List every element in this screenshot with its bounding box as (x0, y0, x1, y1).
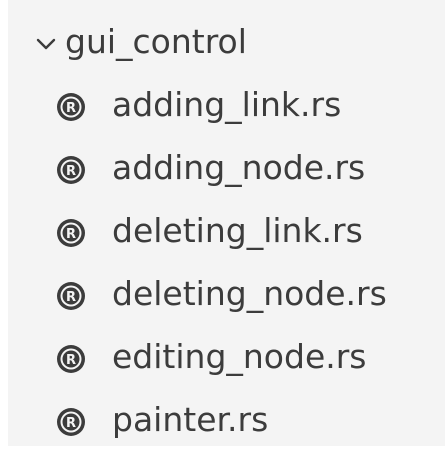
svg-text:R: R (66, 164, 76, 179)
svg-text:R: R (66, 101, 76, 116)
folder-label: gui_control (65, 22, 247, 61)
file-label: adding_link.rs (112, 85, 342, 124)
rust-file-icon: R (57, 345, 85, 373)
file-item[interactable]: R adding_node.rs (8, 142, 445, 205)
rust-file-icon: R (57, 219, 85, 247)
folder-row-gui-control[interactable]: gui_control (8, 14, 445, 70)
rust-file-icon: R (57, 408, 85, 436)
rust-file-icon: R (57, 282, 85, 310)
rust-file-icon: R (57, 93, 85, 121)
svg-text:R: R (66, 353, 76, 368)
file-explorer-panel: gui_control R adding_link.rs R adding_no… (8, 0, 445, 446)
file-item[interactable]: R painter.rs (8, 394, 445, 457)
file-list: R adding_link.rs R adding_node.rs R dele… (8, 79, 445, 457)
file-item[interactable]: R editing_node.rs (8, 331, 445, 394)
file-label: deleting_link.rs (112, 211, 363, 250)
rust-file-icon: R (57, 156, 85, 184)
svg-text:R: R (66, 416, 76, 431)
file-item[interactable]: R deleting_node.rs (8, 268, 445, 331)
file-item[interactable]: R adding_link.rs (8, 79, 445, 142)
svg-text:R: R (66, 227, 76, 242)
svg-text:R: R (66, 290, 76, 305)
chevron-down-icon[interactable] (34, 32, 58, 56)
file-label: deleting_node.rs (112, 274, 387, 313)
file-item[interactable]: R deleting_link.rs (8, 205, 445, 268)
file-label: painter.rs (112, 400, 269, 439)
file-label: editing_node.rs (112, 337, 367, 376)
file-label: adding_node.rs (112, 148, 366, 187)
